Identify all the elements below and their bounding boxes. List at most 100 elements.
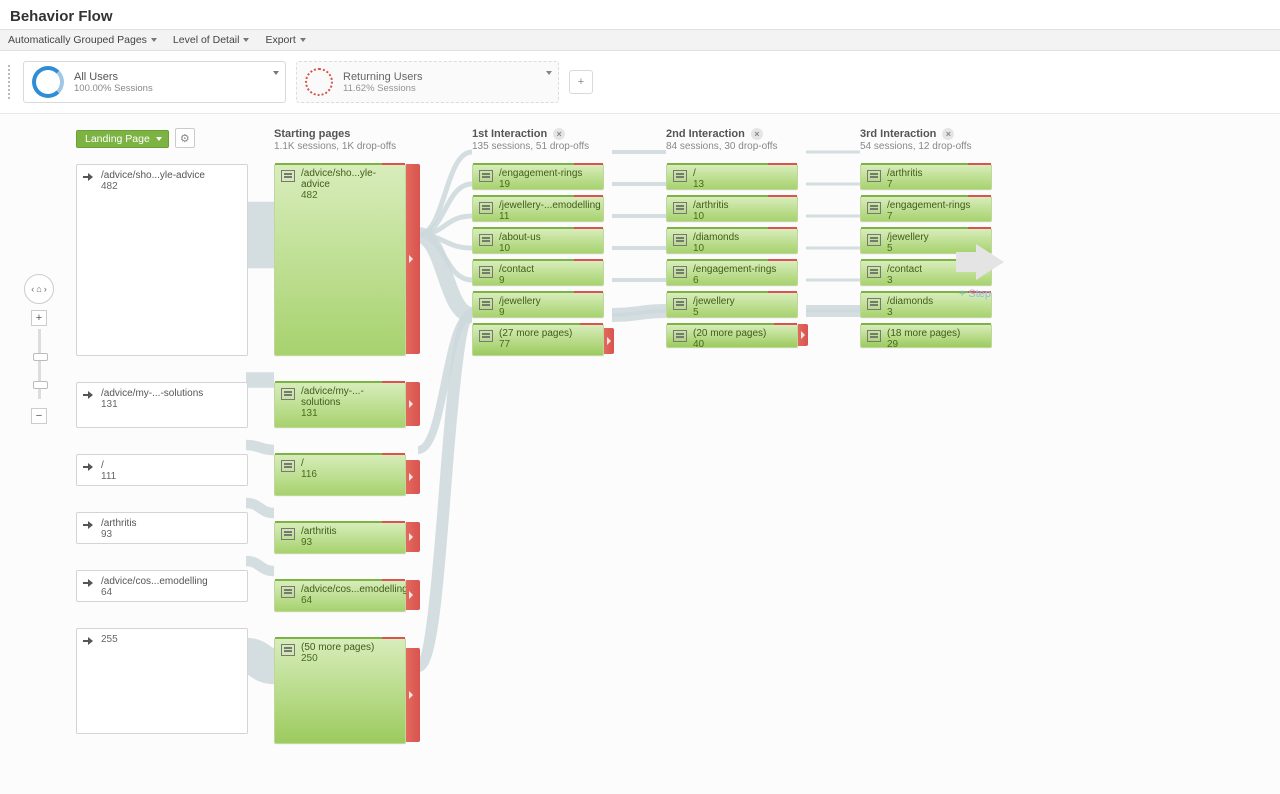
nav-pan-control[interactable]: ‹ ⌂ › [24,274,54,304]
column-subtitle: 84 sessions, 30 drop-offs [666,141,806,152]
arrow-right-icon [976,244,1004,280]
zoom-in-button[interactable]: + [31,310,47,326]
column-title: 3rd Interaction × [860,128,990,140]
page-icon [479,266,493,278]
segment-returning-users[interactable]: Returning Users11.62% Sessions [296,61,559,103]
segment-ring-icon [32,66,64,98]
flow-node[interactable]: /engagement-rings6 [666,260,798,286]
zoom-slider-handle[interactable] [33,353,48,361]
landing-page-dropdown[interactable]: Landing Page [76,130,169,148]
enter-icon [83,520,95,530]
home-icon: ⌂ [36,284,41,294]
column-subtitle: 54 sessions, 12 drop-offs [860,141,990,152]
flow-node[interactable]: /116 [274,454,406,496]
chevron-down-icon [156,137,162,141]
flow-node[interactable]: /engagement-rings7 [860,196,992,222]
page-icon [867,298,881,310]
remove-column-button[interactable]: × [751,128,763,140]
segment-all-users[interactable]: All Users100.00% Sessions [23,61,286,103]
enter-icon [83,390,95,400]
flow-node[interactable]: /arthritis10 [666,196,798,222]
source-node[interactable]: /advice/my-...-solutions131 [76,382,248,428]
page-icon [673,266,687,278]
page-icon [479,298,493,310]
page-icon [673,234,687,246]
column-subtitle: 135 sessions, 51 drop-offs [472,141,612,152]
page-icon [673,170,687,182]
enter-icon [83,172,95,182]
column-subtitle: 1.1K sessions, 1K drop-offs [274,141,418,152]
chevron-down-icon [243,38,249,42]
page-icon [867,170,881,182]
flow-node[interactable]: /engagement-rings19 [472,164,604,190]
add-segment-button[interactable]: + [569,70,593,94]
source-node[interactable]: /advice/sho...yle-advice482 [76,164,248,356]
page-title: Behavior Flow [10,8,1270,25]
segment-ring-icon [305,68,333,96]
dropoff-bar [406,460,420,494]
page-icon [673,330,687,342]
chevron-down-icon [300,38,306,42]
flow-node[interactable]: /jewellery-...emodelling11 [472,196,604,222]
more-pages-node[interactable]: (20 more pages)40 [666,324,798,348]
flow-node[interactable]: /arthritis93 [274,522,406,554]
dropoff-bar [406,382,420,426]
source-node[interactable]: /advice/cos...emodelling64 [76,570,248,602]
flow-node[interactable]: /arthritis7 [860,164,992,190]
dropoff-bar [798,324,808,346]
flow-node[interactable]: /advice/sho...yle-advice482 [274,164,406,356]
flow-node[interactable]: /jewellery5 [666,292,798,318]
page-icon [281,170,295,182]
column-title: 1st Interaction × [472,128,612,140]
source-node[interactable]: /arthritis93 [76,512,248,544]
toolbar-detail[interactable]: Level of Detail [173,34,250,46]
gear-icon[interactable]: ⚙ [175,128,195,148]
page-icon [867,202,881,214]
page-icon [867,330,881,342]
source-node[interactable]: 255 [76,628,248,734]
column-title: 2nd Interaction × [666,128,806,140]
page-icon [479,330,493,342]
page-icon [281,644,295,656]
dropoff-bar [406,648,420,742]
remove-column-button[interactable]: × [942,128,954,140]
flow-node[interactable]: /advice/cos...emodelling64 [274,580,406,612]
remove-column-button[interactable]: × [553,128,565,140]
flow-node[interactable]: /contact9 [472,260,604,286]
page-icon [281,528,295,540]
toolbar: Automatically Grouped Pages Level of Det… [0,29,1280,51]
zoom-slider-handle[interactable] [33,381,48,389]
page-icon [281,460,295,472]
flow-canvas[interactable]: ‹ ⌂ › + − Landing Page ⚙ /advice/sho...yle… [0,113,1280,794]
page-icon [479,170,493,182]
column-title: Starting pages [274,128,418,140]
flow-node[interactable]: /jewellery9 [472,292,604,318]
page-icon [479,234,493,246]
more-pages-node[interactable]: (18 more pages)29 [860,324,992,348]
flow-node[interactable]: /diamonds10 [666,228,798,254]
segment-bar: All Users100.00% Sessions Returning User… [0,51,1280,113]
chevron-down-icon[interactable] [546,66,552,78]
source-node[interactable]: /111 [76,454,248,486]
more-pages-node[interactable]: (50 more pages)250 [274,638,406,744]
toolbar-export[interactable]: Export [265,34,305,46]
flow-node[interactable]: /advice/my-...-solutions131 [274,382,406,428]
zoom-out-button[interactable]: − [31,408,47,424]
chevron-down-icon[interactable] [273,66,279,78]
enter-icon [83,578,95,588]
flow-node[interactable]: /13 [666,164,798,190]
more-pages-node[interactable]: (27 more pages)77 [472,324,604,356]
page-icon [281,388,295,400]
zoom-controls: ‹ ⌂ › + − [24,274,54,424]
dropoff-bar [406,522,420,552]
add-step-button[interactable]: + Step [950,244,1000,300]
dropoff-bar [604,328,614,354]
zoom-slider-track[interactable] [38,329,41,399]
page-header: Behavior Flow [0,0,1280,29]
dropoff-bar [406,164,420,354]
dropoff-bar [406,580,420,610]
flow-node[interactable]: /about-us10 [472,228,604,254]
enter-icon [83,462,95,472]
page-icon [673,298,687,310]
toolbar-grouping[interactable]: Automatically Grouped Pages [8,34,157,46]
